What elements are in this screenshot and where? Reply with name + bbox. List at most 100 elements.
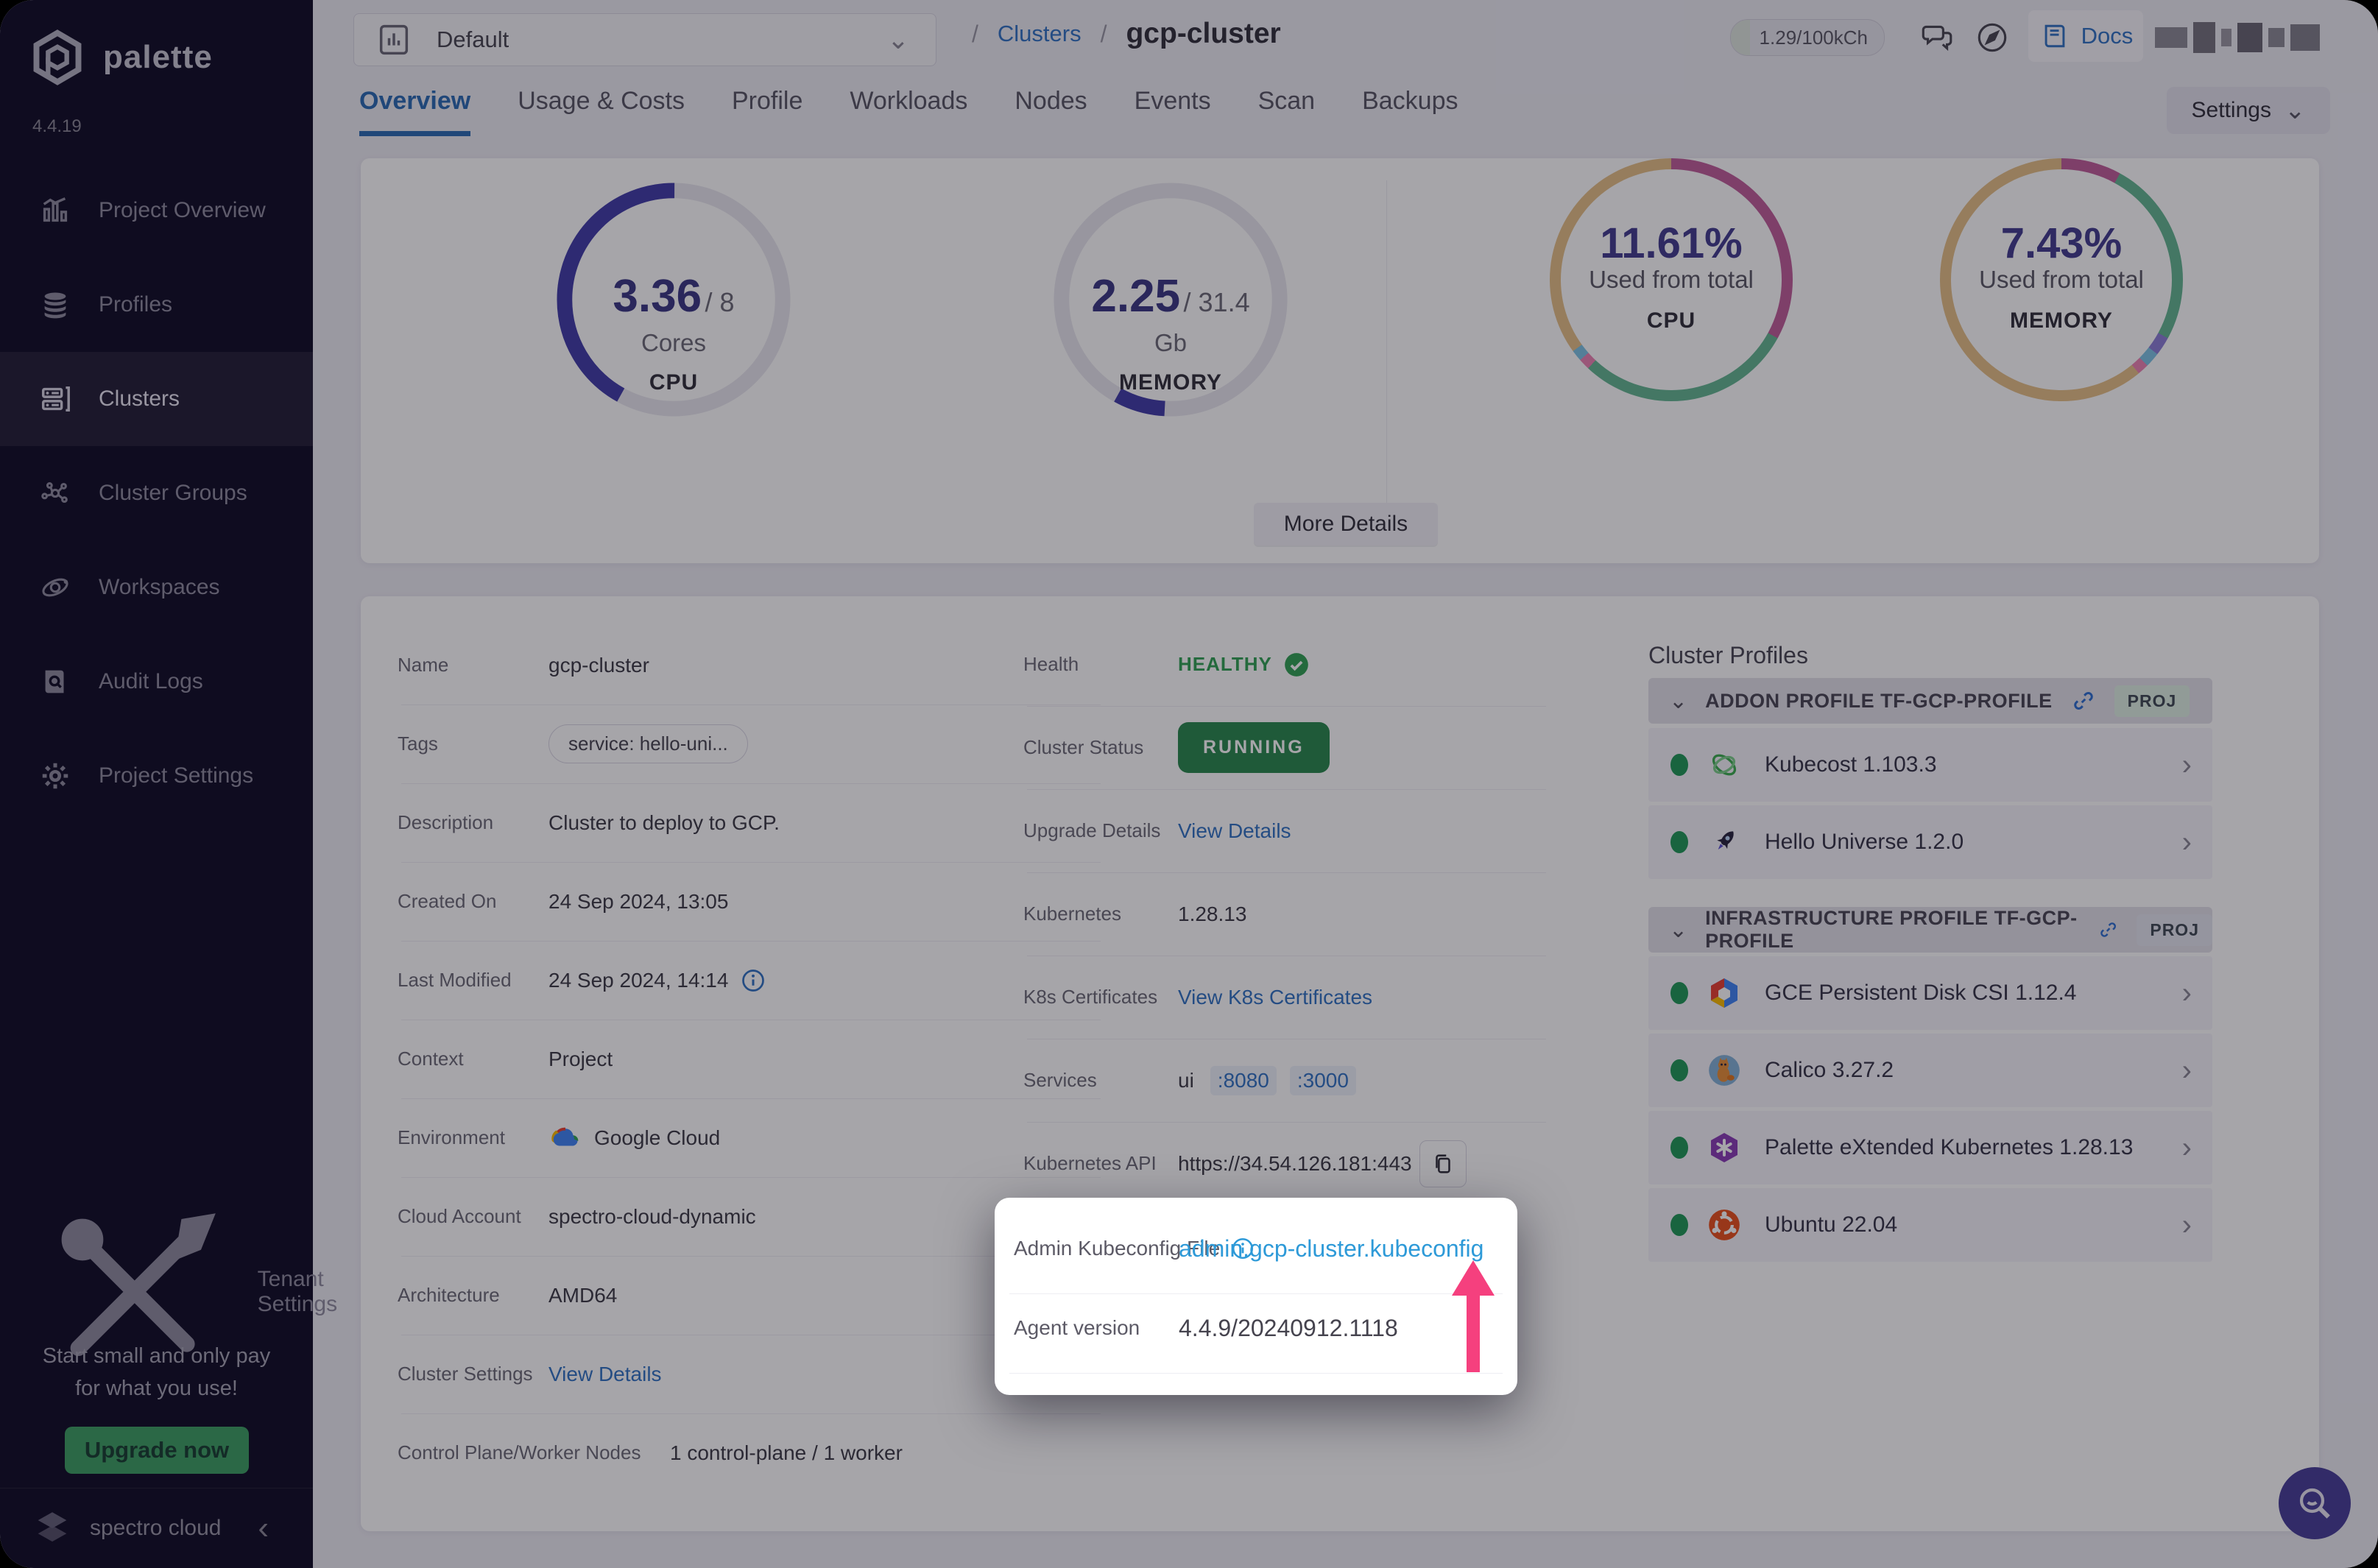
tab-usage-costs[interactable]: Usage & Costs <box>518 87 685 136</box>
sidebar-item-project-settings[interactable]: Project Settings <box>0 729 313 823</box>
breadcrumb-link-clusters[interactable]: Clusters <box>998 21 1082 47</box>
memory-donut-label: MEMORY <box>2010 308 2113 333</box>
status-dot <box>1670 831 1688 853</box>
sidebar-item-audit-logs[interactable]: Audit Logs <box>0 635 313 729</box>
spotlight-row-kubeconfig: Admin Kubeconfig File admin.gcp-cluster.… <box>995 1217 1517 1280</box>
health-status: HEALTHY <box>1178 651 1310 679</box>
more-details-button[interactable]: More Details <box>1254 503 1438 545</box>
cluster-profiles-title: Cluster Profiles <box>1648 642 1808 669</box>
detail-row-upgrade-details: Upgrade Details View Details <box>1023 789 1546 872</box>
chevron-down-icon: ⌄ <box>1669 688 1687 714</box>
chevron-right-icon: › <box>2182 1054 2192 1087</box>
detail-row-last-modified: Last Modified 24 Sep 2024, 14:14 <box>398 941 1101 1020</box>
google-cloud-icon <box>548 1124 582 1152</box>
chevron-down-icon: ⌄ <box>887 24 909 55</box>
tab-events[interactable]: Events <box>1135 87 1211 136</box>
detail-row-services: Services ui :8080 :3000 <box>1023 1039 1546 1122</box>
copy-icon <box>1430 1151 1456 1176</box>
tag-chip[interactable]: service: hello-uni... <box>548 724 748 763</box>
view-k8s-certificates-link[interactable]: View K8s Certificates <box>1178 986 1372 1009</box>
chevron-right-icon: › <box>2182 1209 2192 1242</box>
sidebar-item-profiles[interactable]: Profiles <box>0 258 313 352</box>
brand: palette <box>29 29 213 85</box>
project-chart-icon <box>375 21 413 59</box>
tab-scan[interactable]: Scan <box>1258 87 1316 136</box>
kubecost-icon <box>1704 745 1744 785</box>
status-dot <box>1670 982 1688 1004</box>
detail-row-environment: Environment Google Cloud <box>398 1098 1101 1177</box>
bar-chart-icon <box>38 194 72 227</box>
sidebar-item-label: Workspaces <box>99 575 220 600</box>
detail-row-created-on: Created On 24 Sep 2024, 13:05 <box>398 862 1101 941</box>
sidebar-item-clusters[interactable]: Clusters <box>0 352 313 446</box>
link-icon <box>2070 688 2097 714</box>
app-version: 4.4.19 <box>32 116 82 137</box>
chevron-down-icon: ⌄ <box>2284 96 2306 125</box>
settings-label: Settings <box>2192 98 2271 123</box>
docs-button[interactable]: Docs <box>2028 10 2143 62</box>
service-port-link[interactable]: :3000 <box>1290 1066 1356 1095</box>
breadcrumb-current: gcp-cluster <box>1126 18 1280 50</box>
sidebar-item-tenant-settings[interactable]: Tenant Settings <box>0 1251 351 1332</box>
docs-label: Docs <box>2081 23 2134 49</box>
pointer-arrow <box>1444 1260 1502 1377</box>
sidebar-item-label: Audit Logs <box>99 669 203 694</box>
profile-item-palette-k8s[interactable]: Palette eXtended Kubernetes 1.28.13 › <box>1648 1111 2212 1184</box>
settings-dropdown-button[interactable]: Settings ⌄ <box>2167 87 2330 134</box>
sidebar-collapse-icon[interactable]: ‹ <box>258 1512 269 1544</box>
copy-button[interactable] <box>1419 1140 1467 1187</box>
upgrade-now-button[interactable]: Upgrade now <box>65 1427 249 1474</box>
sidebar: palette 4.4.19 Project Overview Profiles… <box>0 0 313 1568</box>
infrastructure-profile-header[interactable]: ⌄ INFRASTRUCTURE PROFILE TF-GCP-PROFILE … <box>1648 907 2212 953</box>
usage-pill-fill <box>1731 20 1750 55</box>
profile-item-calico[interactable]: Calico 3.27.2 › <box>1648 1034 2212 1107</box>
view-details-link[interactable]: View Details <box>1178 819 1291 843</box>
cpu-gauge-value: 3.36 / 8 <box>613 270 734 322</box>
profile-item-kubecost[interactable]: Kubecost 1.103.3 › <box>1648 728 2212 802</box>
tab-profile[interactable]: Profile <box>732 87 802 136</box>
detail-row-k8s-certificates: K8s Certificates View K8s Certificates <box>1023 956 1546 1039</box>
tab-nodes[interactable]: Nodes <box>1015 87 1087 136</box>
book-icon <box>2039 20 2071 52</box>
view-details-link[interactable]: View Details <box>548 1363 662 1386</box>
user-name-redacted[interactable] <box>2155 21 2320 54</box>
profile-item-hello-universe[interactable]: Hello Universe 1.2.0 › <box>1648 805 2212 879</box>
project-selector[interactable]: Default ⌄ <box>353 13 936 66</box>
breadcrumb-separator: / <box>972 21 978 48</box>
profile-item-gce-disk-csi[interactable]: GCE Persistent Disk CSI 1.12.4 › <box>1648 956 2212 1030</box>
brand-name: palette <box>103 39 213 76</box>
link-icon <box>2097 917 2119 943</box>
chart-divider <box>1386 180 1387 541</box>
sidebar-item-project-overview[interactable]: Project Overview <box>0 163 313 258</box>
cpu-gauge-unit: Cores <box>641 329 706 357</box>
chat-icon[interactable] <box>1918 19 1955 56</box>
addon-profile-header[interactable]: ⌄ ADDON PROFILE TF-GCP-PROFILE PROJ <box>1648 678 2212 724</box>
chevron-right-icon: › <box>2182 749 2192 782</box>
tab-backups[interactable]: Backups <box>1362 87 1458 136</box>
chevron-right-icon: › <box>2182 977 2192 1010</box>
profile-item-ubuntu[interactable]: Ubuntu 22.04 › <box>1648 1188 2212 1262</box>
tab-workloads[interactable]: Workloads <box>850 87 967 136</box>
sidebar-item-label: Cluster Groups <box>99 481 247 506</box>
chevron-down-icon: ⌄ <box>1669 917 1687 943</box>
sidebar-item-cluster-groups[interactable]: Cluster Groups <box>0 446 313 540</box>
sidebar-item-workspaces[interactable]: Workspaces <box>0 540 313 635</box>
sidebar-item-label: Clusters <box>99 386 180 412</box>
info-icon[interactable] <box>740 967 766 994</box>
admin-kubeconfig-link[interactable]: admin.gcp-cluster.kubeconfig <box>1179 1235 1483 1262</box>
cpu-donut-label: CPU <box>1647 308 1696 333</box>
detail-row-nodes: Control Plane/Worker Nodes 1 control-pla… <box>398 1413 1134 1492</box>
rocket-icon <box>1704 822 1744 862</box>
footer-brand-name: spectro cloud <box>90 1516 221 1541</box>
search-fab-button[interactable] <box>2279 1467 2351 1539</box>
service-port-link[interactable]: :8080 <box>1210 1066 1277 1095</box>
compass-icon[interactable] <box>1974 19 2011 56</box>
memory-gauge-value: 2.25 / 31.4 <box>1091 270 1249 322</box>
audit-logs-icon <box>38 665 72 699</box>
status-dot <box>1670 1137 1688 1159</box>
spotlight-card: Admin Kubeconfig File admin.gcp-cluster.… <box>995 1198 1517 1395</box>
memory-gauge-unit: Gb <box>1154 329 1187 357</box>
tab-overview[interactable]: Overview <box>359 87 470 136</box>
detail-row-kubernetes-api: Kubernetes API https://34.54.126.181:443 <box>1023 1122 1583 1205</box>
detail-row-name: Name gcp-cluster <box>398 626 1101 704</box>
